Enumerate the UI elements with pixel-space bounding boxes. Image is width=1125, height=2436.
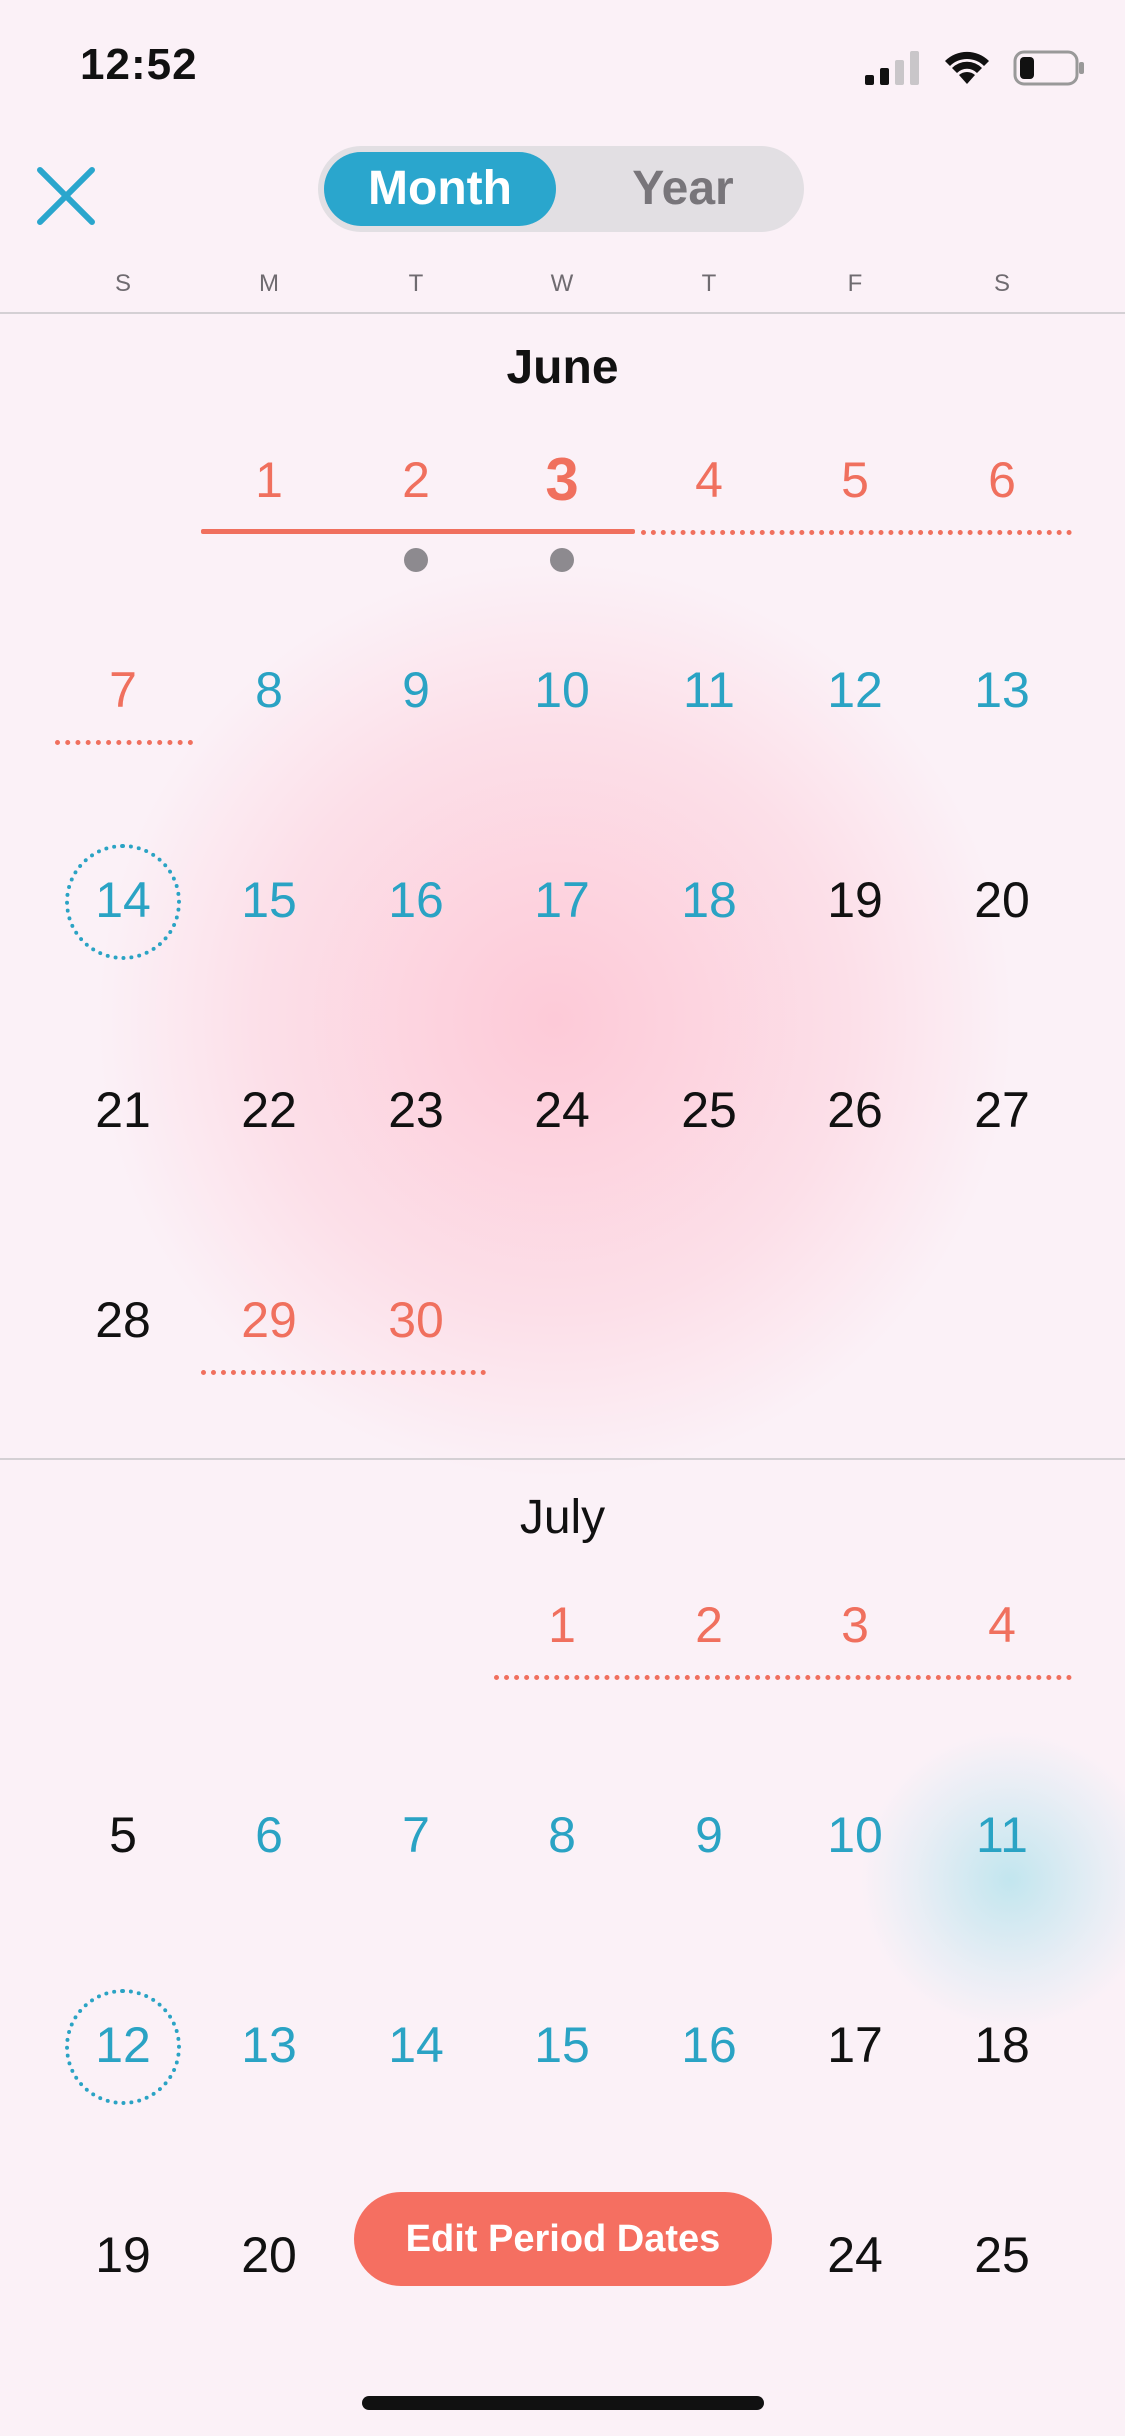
weekday-header: S M T W T F S bbox=[0, 270, 1125, 310]
weekday-label: S bbox=[993, 270, 1010, 297]
calendar-day[interactable]: 28 bbox=[68, 1290, 178, 1350]
calendar-day[interactable]: 7 bbox=[361, 1805, 471, 1865]
calendar-day[interactable]: 12 bbox=[68, 2015, 178, 2075]
header-divider bbox=[0, 312, 1125, 314]
calendar-day[interactable]: 3 bbox=[507, 450, 617, 510]
calendar-day[interactable]: 25 bbox=[654, 1080, 764, 1140]
period-line-predicted bbox=[641, 530, 1072, 535]
calendar-day[interactable]: 21 bbox=[68, 1080, 178, 1140]
calendar-day[interactable]: 8 bbox=[507, 1805, 617, 1865]
calendar-day[interactable]: 25 bbox=[947, 2225, 1057, 2285]
month-title: July bbox=[519, 1491, 606, 1544]
calendar-day[interactable]: 17 bbox=[507, 870, 617, 930]
calendar-day[interactable]: 22 bbox=[214, 1080, 324, 1140]
calendar-day[interactable]: 12 bbox=[800, 660, 910, 720]
log-marker-dot bbox=[550, 548, 574, 572]
calendar-day[interactable]: 8 bbox=[214, 660, 324, 720]
calendar-day[interactable]: 14 bbox=[361, 2015, 471, 2075]
edit-period-dates-button[interactable]: Edit Period Dates bbox=[354, 2192, 772, 2286]
calendar-day[interactable]: 20 bbox=[214, 2225, 324, 2285]
weekday-label: S bbox=[114, 270, 131, 297]
calendar-day[interactable]: 16 bbox=[361, 870, 471, 930]
calendar-day[interactable]: 5 bbox=[800, 450, 910, 510]
segment-month[interactable]: Month bbox=[324, 152, 556, 226]
calendar-day[interactable]: 3 bbox=[800, 1595, 910, 1655]
calendar-day[interactable]: 11 bbox=[947, 1805, 1057, 1865]
close-button[interactable] bbox=[30, 160, 102, 232]
calendar-day[interactable]: 13 bbox=[214, 2015, 324, 2075]
status-time: 12:52 bbox=[80, 40, 198, 89]
calendar-day[interactable]: 2 bbox=[654, 1595, 764, 1655]
weekday-label: M bbox=[259, 270, 279, 297]
calendar-day[interactable]: 18 bbox=[654, 870, 764, 930]
period-line-predicted bbox=[55, 740, 193, 745]
home-indicator bbox=[362, 2396, 764, 2410]
period-line-predicted bbox=[494, 1675, 1072, 1680]
status-bar: 12:52 bbox=[0, 0, 1125, 130]
calendar-day[interactable]: 4 bbox=[947, 1595, 1057, 1655]
calendar-day[interactable]: 24 bbox=[507, 1080, 617, 1140]
calendar-day[interactable]: 13 bbox=[947, 660, 1057, 720]
calendar-day[interactable]: 27 bbox=[947, 1080, 1057, 1140]
calendar-day[interactable]: 1 bbox=[507, 1595, 617, 1655]
weekday-label: T bbox=[408, 270, 424, 297]
calendar-day[interactable]: 4 bbox=[654, 450, 764, 510]
calendar-day[interactable]: 5 bbox=[68, 1805, 178, 1865]
view-segmented-control: Month Year bbox=[318, 146, 804, 232]
calendar-day[interactable]: 24 bbox=[800, 2225, 910, 2285]
calendar-day[interactable]: 11 bbox=[654, 660, 764, 720]
calendar-day[interactable]: 7 bbox=[68, 660, 178, 720]
calendar-day[interactable]: 17 bbox=[800, 2015, 910, 2075]
calendar-day[interactable]: 6 bbox=[214, 1805, 324, 1865]
segment-year[interactable]: Year bbox=[568, 152, 798, 226]
calendar-day[interactable]: 6 bbox=[947, 450, 1057, 510]
battery-icon bbox=[1013, 50, 1084, 86]
cellular-signal-icon bbox=[865, 51, 919, 85]
calendar-day[interactable]: 18 bbox=[947, 2015, 1057, 2075]
calendar-day[interactable]: 15 bbox=[507, 2015, 617, 2075]
calendar-day[interactable]: 15 bbox=[214, 870, 324, 930]
wifi-icon bbox=[945, 51, 989, 84]
calendar-day[interactable]: 30 bbox=[361, 1290, 471, 1350]
calendar-day[interactable]: 19 bbox=[68, 2225, 178, 2285]
calendar-day[interactable]: 26 bbox=[800, 1080, 910, 1140]
calendar-day[interactable]: 9 bbox=[361, 660, 471, 720]
calendar-day[interactable]: 10 bbox=[507, 660, 617, 720]
weekday-label: T bbox=[701, 270, 717, 297]
calendar-day[interactable]: 9 bbox=[654, 1805, 764, 1865]
calendar-day[interactable]: 10 bbox=[800, 1805, 910, 1865]
calendar-day[interactable]: 2 bbox=[361, 450, 471, 510]
period-line-logged bbox=[201, 529, 635, 534]
background-glow-blue bbox=[860, 1730, 1125, 2030]
calendar-day[interactable]: 16 bbox=[654, 2015, 764, 2075]
calendar-day[interactable]: 19 bbox=[800, 870, 910, 930]
log-marker-dot bbox=[404, 548, 428, 572]
calendar-day[interactable]: 20 bbox=[947, 870, 1057, 930]
calendar-day[interactable]: 1 bbox=[214, 450, 324, 510]
month-divider bbox=[0, 1458, 1125, 1460]
weekday-label: F bbox=[847, 270, 863, 297]
calendar-day[interactable]: 29 bbox=[214, 1290, 324, 1350]
month-title: June bbox=[506, 341, 619, 394]
calendar-day[interactable]: 23 bbox=[361, 1080, 471, 1140]
close-icon bbox=[37, 167, 95, 225]
status-icons bbox=[865, 50, 1085, 86]
weekday-label: W bbox=[550, 270, 574, 297]
period-line-predicted bbox=[201, 1370, 486, 1375]
calendar-day[interactable]: 14 bbox=[68, 870, 178, 930]
